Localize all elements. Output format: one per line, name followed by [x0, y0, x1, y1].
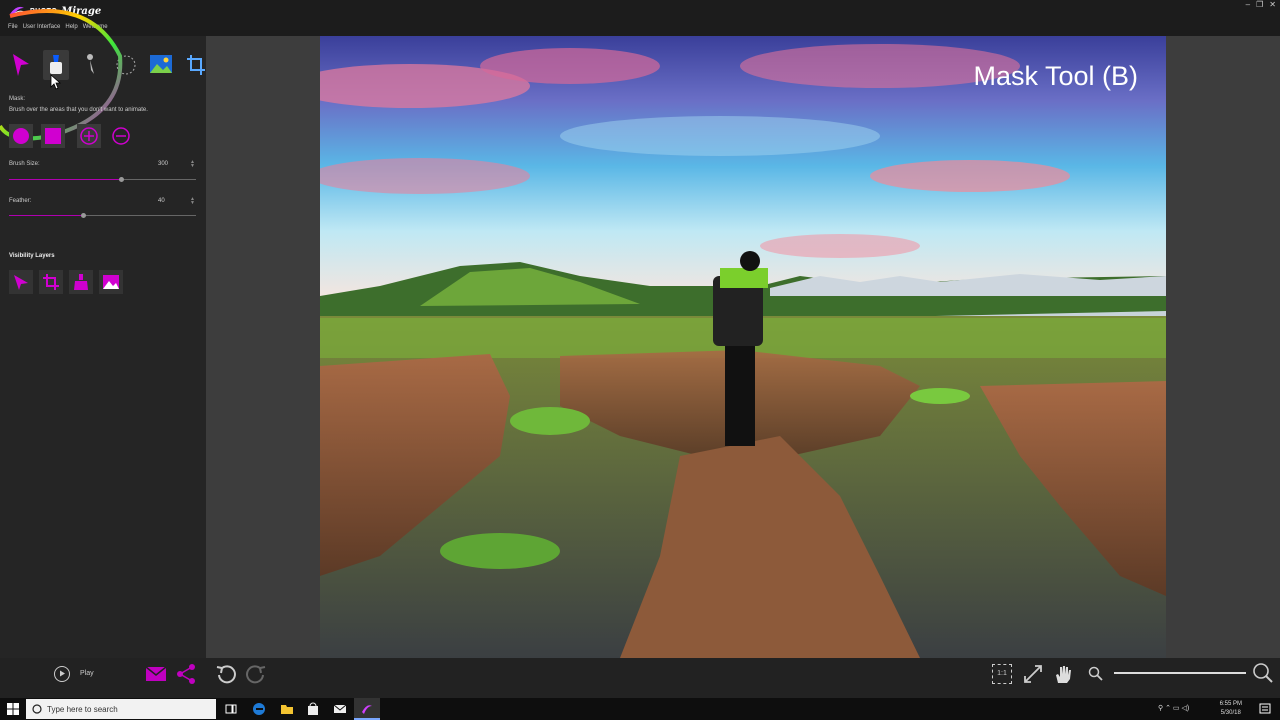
tool-sidebar: Mask: Brush over the areas that you don'… — [0, 9, 206, 658]
visibility-layers-title: Visibility Layers — [9, 253, 55, 259]
hand-pan-icon[interactable] — [1052, 663, 1074, 685]
tool-overlay-label: Mask Tool (B) — [973, 61, 1138, 91]
maximize-button[interactable]: ❐ — [1256, 0, 1263, 9]
undo-icon[interactable] — [215, 663, 237, 685]
mouse-cursor-icon — [50, 74, 62, 90]
notifications-icon[interactable] — [1258, 702, 1272, 716]
feather-label: Feather: — [9, 198, 32, 204]
edge-browser-icon[interactable] — [252, 702, 266, 716]
window-controls: – ❐ ✕ — [1246, 0, 1276, 9]
photomirage-taskbar-button[interactable] — [354, 698, 380, 720]
close-button[interactable]: ✕ — [1269, 0, 1276, 9]
feather-spinner[interactable]: ▲ ▼ — [190, 197, 195, 206]
redo-icon[interactable] — [245, 663, 267, 685]
minus-circle-icon — [112, 127, 130, 145]
square-brush-icon — [45, 128, 61, 144]
mask-layer-icon — [74, 274, 88, 290]
feather-fill — [9, 215, 84, 216]
clock-date: 5/30/18 — [1220, 710, 1241, 716]
task-view-icon[interactable] — [224, 702, 238, 716]
brush-size-value[interactable]: 300 — [158, 161, 188, 167]
add-mask-button[interactable] — [77, 124, 101, 148]
taskbar-clock[interactable]: 6:55 PM 5/30/18 — [1220, 700, 1242, 718]
minimize-button[interactable]: – — [1246, 0, 1250, 9]
motion-layer-toggle[interactable] — [9, 270, 33, 294]
overlay-layer-toggle[interactable] — [99, 270, 123, 294]
motion-layer-icon — [14, 275, 28, 290]
file-explorer-icon[interactable] — [280, 702, 294, 716]
play-button[interactable] — [54, 666, 70, 682]
overlay-tool[interactable] — [148, 50, 174, 80]
search-placeholder: Type here to search — [47, 704, 118, 714]
plus-circle-icon — [80, 127, 98, 145]
mail-icon[interactable] — [333, 702, 347, 716]
play-icon — [60, 670, 65, 677]
brush-shape-row — [9, 124, 133, 148]
title-bar: PHOTO Mirage File User Interface Help We… — [0, 0, 1280, 36]
feather-value[interactable]: 40 — [158, 198, 188, 204]
overlay-image-icon — [150, 55, 172, 73]
canvas-area: Mask Tool (B) — [206, 36, 1280, 658]
clock-time: 6:55 PM — [1219, 701, 1242, 707]
photo-canvas[interactable]: Mask Tool (B) — [320, 36, 1166, 658]
zoom-slider[interactable] — [1114, 672, 1246, 674]
play-label: Play — [80, 670, 94, 677]
app-window: PHOTO Mirage File User Interface Help We… — [0, 0, 1280, 698]
feather-thumb[interactable] — [81, 213, 87, 218]
bottom-toolbar: Play 1:1 — [0, 658, 1280, 698]
share-icon[interactable] — [175, 663, 197, 685]
round-brush-button[interactable] — [9, 124, 33, 148]
fit-screen-icon[interactable] — [1022, 663, 1044, 685]
windows-start-icon[interactable] — [6, 702, 20, 716]
mask-title: Mask: — [9, 96, 26, 102]
store-icon[interactable] — [306, 702, 320, 716]
brush-size-fill — [9, 179, 122, 180]
circle-brush-icon — [13, 128, 29, 144]
landscape-photo — [320, 36, 1166, 658]
photomirage-app-icon — [362, 705, 372, 714]
cortana-icon — [32, 704, 42, 714]
overlay-layer-icon — [103, 275, 119, 289]
brush-size-thumb[interactable] — [118, 177, 124, 182]
crop-layer-icon — [43, 274, 59, 290]
brush-size-slider[interactable] — [9, 177, 196, 182]
system-tray[interactable]: ⚲ ⌃ ▭ ◁) — [1158, 704, 1189, 712]
crop-icon — [187, 55, 205, 75]
zoom-in-icon[interactable] — [1252, 662, 1274, 684]
feather-slider[interactable] — [9, 213, 196, 218]
mask-layer-toggle[interactable] — [69, 270, 93, 294]
zoom-out-icon[interactable] — [1088, 666, 1104, 682]
actual-size-button[interactable]: 1:1 — [992, 664, 1012, 684]
email-icon[interactable] — [145, 663, 167, 685]
crop-layer-toggle[interactable] — [39, 270, 63, 294]
brush-size-spinner[interactable]: ▲ ▼ — [190, 160, 195, 169]
mask-description: Brush over the areas that you don't want… — [9, 107, 148, 113]
os-taskbar: Type here to search ⚲ ⌃ ▭ ◁) 6:55 PM 5/3… — [0, 698, 1280, 720]
remove-mask-button[interactable] — [109, 124, 133, 148]
square-brush-button[interactable] — [41, 124, 65, 148]
visibility-layers-row — [9, 270, 123, 294]
taskbar-search[interactable]: Type here to search — [26, 699, 216, 719]
actual-size-label: 1:1 — [997, 670, 1007, 677]
brush-size-label: Brush Size: — [9, 161, 40, 167]
